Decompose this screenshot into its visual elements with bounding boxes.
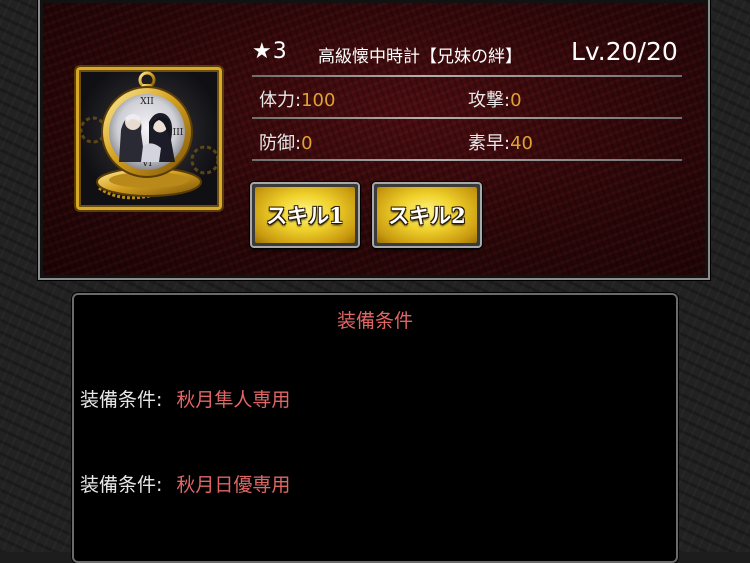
item-name: 高級懐中時計【兄妹の絆】: [318, 47, 522, 67]
stat-attack: 攻撃:0: [468, 86, 522, 112]
stat-speed-label: 素早:: [468, 133, 511, 154]
stat-hp: 体力:100: [259, 86, 335, 112]
divider: [252, 159, 682, 161]
equip-condition-value: 秋月日優専用: [176, 474, 291, 496]
svg-text:III: III: [173, 128, 184, 138]
skill2-button[interactable]: スキル2: [372, 182, 482, 248]
stat-hp-value: 100: [301, 90, 336, 111]
skill1-button[interactable]: スキル1: [250, 182, 360, 248]
equip-condition-row: 装備条件: 秋月日優専用: [80, 470, 290, 500]
skill1-button-face: スキル1: [255, 187, 355, 243]
divider: [252, 117, 682, 119]
svg-text:XII: XII: [140, 97, 154, 107]
equip-condition-label: 装備条件:: [80, 474, 163, 496]
stat-speed: 素早:40: [468, 129, 533, 155]
skill1-button-label: スキル1: [266, 203, 344, 228]
pocket-watch-illustration: XII III VI: [79, 71, 219, 200]
skill2-button-face: スキル2: [377, 187, 477, 243]
item-rarity: ★3: [252, 39, 288, 64]
stat-defense-value: 0: [301, 133, 313, 154]
equip-conditions-panel: 装備条件 装備条件: 秋月隼人専用 装備条件: 秋月日優専用: [72, 293, 678, 563]
equip-condition-label: 装備条件:: [80, 389, 163, 411]
pocket-watch-icon[interactable]: XII III VI: [76, 67, 222, 210]
equip-condition-row: 装備条件: 秋月隼人専用: [80, 385, 290, 415]
stat-defense-label: 防御:: [259, 133, 302, 154]
equip-conditions-title: 装備条件: [336, 310, 413, 332]
stat-attack-value: 0: [510, 90, 522, 111]
skill2-button-label: スキル2: [388, 203, 466, 228]
stat-hp-label: 体力:: [259, 90, 302, 111]
stat-defense: 防御:0: [259, 129, 313, 155]
divider: [252, 75, 682, 77]
item-level: Lv.20/20: [571, 37, 678, 66]
stat-attack-label: 攻撃:: [468, 90, 511, 111]
stat-speed-value: 40: [510, 133, 533, 154]
equip-condition-value: 秋月隼人専用: [176, 389, 291, 411]
